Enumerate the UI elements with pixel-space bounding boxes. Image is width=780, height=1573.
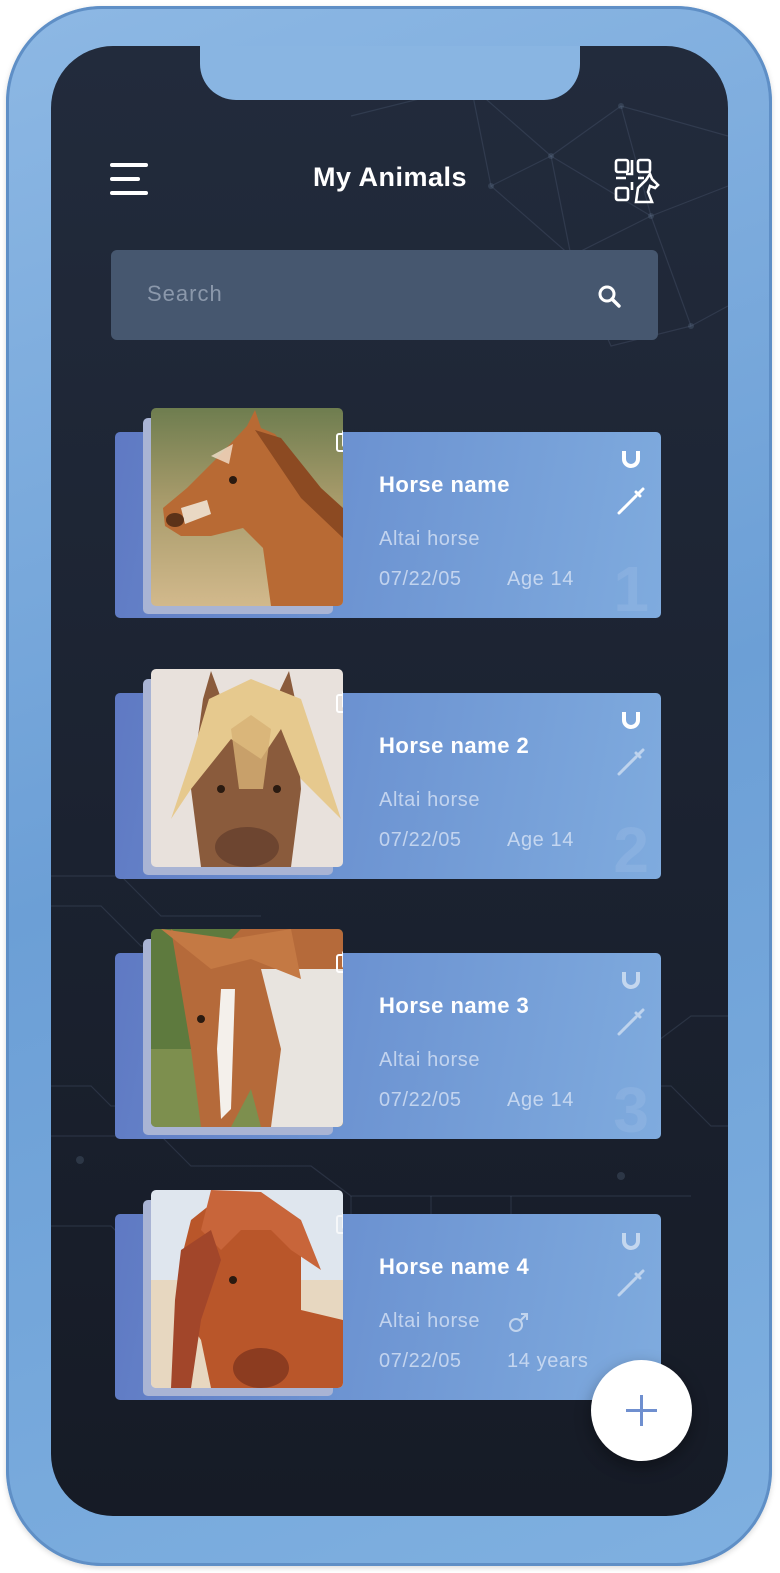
- add-animal-button[interactable]: [591, 1360, 692, 1461]
- gallery-icon[interactable]: [335, 428, 343, 454]
- gallery-icon[interactable]: [335, 689, 343, 715]
- qr-scan-horse-icon[interactable]: [612, 156, 664, 206]
- horse-name: Horse name 4: [379, 1254, 530, 1279]
- horse-birthdate: 07/22/05: [379, 568, 462, 590]
- animal-card[interactable]: 2 Horse name 2 Altai horse 07/22/05 Age …: [115, 669, 661, 886]
- page-title: My Animals: [312, 162, 468, 192]
- horse-breed: Altai horse: [379, 789, 481, 811]
- search-bar: [111, 250, 658, 340]
- horse-birthdate: 07/22/05: [379, 1350, 462, 1372]
- horseshoe-icon[interactable]: [619, 969, 643, 993]
- gallery-icon[interactable]: [335, 1210, 343, 1236]
- card-number: 3: [613, 1074, 649, 1146]
- animal-card[interactable]: 3 Horse name 3 Altai horse 07/22/05 Age …: [115, 929, 661, 1146]
- animal-card[interactable]: 1 Horse name Altai horse 07/22/05 Age 14: [115, 408, 661, 625]
- horse-name: Horse name 2: [379, 733, 530, 758]
- horseshoe-icon[interactable]: [619, 709, 643, 733]
- horse-birthdate: 07/22/05: [379, 829, 462, 851]
- horse-photo[interactable]: [151, 408, 343, 606]
- horse-age: Age 14: [507, 568, 574, 590]
- horse-name: Horse name: [379, 472, 510, 497]
- horse-age: Age 14: [507, 1089, 574, 1111]
- syringe-icon[interactable]: [616, 747, 646, 777]
- syringe-icon[interactable]: [616, 486, 646, 516]
- search-icon[interactable]: [596, 283, 622, 309]
- horse-photo[interactable]: [151, 669, 343, 867]
- phone-notch: [200, 46, 580, 100]
- male-icon: [509, 1313, 528, 1332]
- horse-name: Horse name 3: [379, 993, 530, 1018]
- horse-breed: Altai horse: [379, 1310, 481, 1332]
- hamburger-menu-icon[interactable]: [110, 163, 152, 197]
- horseshoe-icon[interactable]: [619, 448, 643, 472]
- horse-age: 14 years: [507, 1350, 589, 1372]
- horse-photo[interactable]: [151, 1190, 343, 1388]
- card-number: 1: [613, 553, 649, 625]
- horse-age: Age 14: [507, 829, 574, 851]
- horse-photo[interactable]: [151, 929, 343, 1127]
- horse-breed: Altai horse: [379, 528, 481, 550]
- horseshoe-icon[interactable]: [619, 1230, 643, 1254]
- card-number: 2: [613, 814, 649, 886]
- horse-breed: Altai horse: [379, 1049, 481, 1071]
- animal-card[interactable]: Horse name 4 Altai horse 07/22/05 14 yea…: [115, 1190, 661, 1400]
- syringe-icon[interactable]: [616, 1007, 646, 1037]
- horse-birthdate: 07/22/05: [379, 1089, 462, 1111]
- search-input[interactable]: [147, 274, 567, 314]
- gallery-icon[interactable]: [335, 949, 343, 975]
- plus-icon: [626, 1395, 657, 1426]
- syringe-icon[interactable]: [616, 1268, 646, 1298]
